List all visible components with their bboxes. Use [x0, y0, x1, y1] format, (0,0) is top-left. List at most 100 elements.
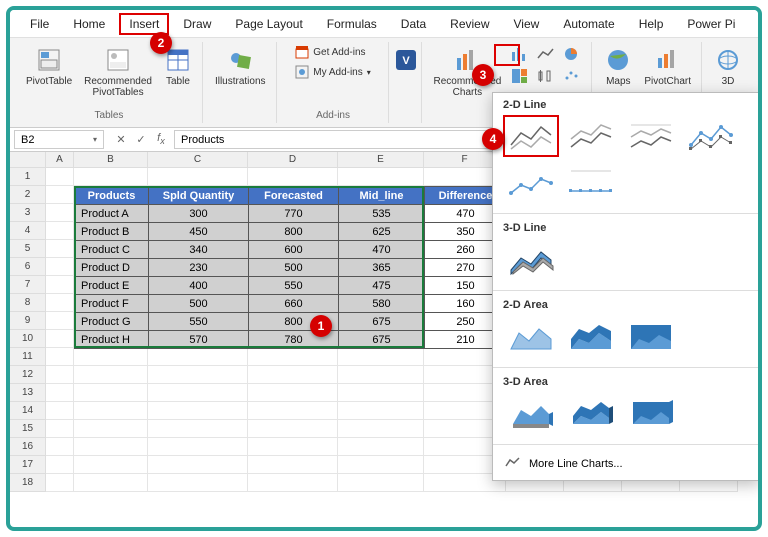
- table-cell[interactable]: 450: [149, 223, 249, 241]
- cell[interactable]: [338, 420, 424, 438]
- table-cell[interactable]: 300: [149, 205, 249, 223]
- menu-help[interactable]: Help: [629, 13, 674, 35]
- cell[interactable]: [248, 438, 338, 456]
- menu-review[interactable]: Review: [440, 13, 499, 35]
- select-all-corner[interactable]: [10, 152, 46, 168]
- row-header-16[interactable]: 16: [10, 438, 46, 456]
- row-header-10[interactable]: 10: [10, 330, 46, 348]
- line-chart-button[interactable]: [535, 44, 559, 64]
- table-cell[interactable]: 340: [149, 241, 249, 259]
- chart-type-3d-stacked-area[interactable]: [563, 392, 619, 434]
- menu-formulas[interactable]: Formulas: [317, 13, 387, 35]
- cell[interactable]: [148, 348, 248, 366]
- chart-type-3d-100stacked-area[interactable]: [623, 392, 679, 434]
- cell[interactable]: [46, 204, 74, 222]
- row-header-2[interactable]: 2: [10, 186, 46, 204]
- cell[interactable]: [148, 474, 248, 492]
- table-cell[interactable]: Product H: [75, 331, 149, 349]
- scatter-chart-button[interactable]: [561, 66, 585, 86]
- cell[interactable]: [148, 438, 248, 456]
- cell[interactable]: [248, 420, 338, 438]
- row-header-17[interactable]: 17: [10, 456, 46, 474]
- cell[interactable]: [248, 366, 338, 384]
- cell[interactable]: [46, 312, 74, 330]
- table-cell[interactable]: Product D: [75, 259, 149, 277]
- cell[interactable]: [248, 168, 338, 186]
- menu-draw[interactable]: Draw: [173, 13, 221, 35]
- table-cell[interactable]: 535: [339, 205, 425, 223]
- row-header-18[interactable]: 18: [10, 474, 46, 492]
- cell[interactable]: [248, 402, 338, 420]
- cell[interactable]: [46, 474, 74, 492]
- table-cell[interactable]: 500: [149, 295, 249, 313]
- cell[interactable]: [46, 438, 74, 456]
- cell[interactable]: [46, 456, 74, 474]
- table-cell[interactable]: 770: [249, 205, 339, 223]
- col-header-A[interactable]: A: [46, 152, 74, 168]
- menu-power-pivot[interactable]: Power Pi: [677, 13, 745, 35]
- cell[interactable]: [248, 348, 338, 366]
- table-cell[interactable]: Product C: [75, 241, 149, 259]
- row-header-9[interactable]: 9: [10, 312, 46, 330]
- cell[interactable]: [74, 420, 148, 438]
- get-addins-button[interactable]: Get Add-ins: [293, 44, 367, 60]
- menu-automate[interactable]: Automate: [553, 13, 624, 35]
- cancel-formula-button[interactable]: ✕: [112, 131, 130, 149]
- menu-view[interactable]: View: [504, 13, 550, 35]
- pie-chart-button[interactable]: [561, 44, 585, 64]
- menu-file[interactable]: File: [20, 13, 59, 35]
- table-cell[interactable]: 230: [149, 259, 249, 277]
- table-cell[interactable]: 625: [339, 223, 425, 241]
- cell[interactable]: [46, 420, 74, 438]
- chart-type-area[interactable]: [503, 315, 559, 357]
- table-cell[interactable]: 600: [249, 241, 339, 259]
- col-header-D[interactable]: D: [248, 152, 338, 168]
- visio-addin-button[interactable]: V: [388, 44, 424, 76]
- table-cell[interactable]: 500: [249, 259, 339, 277]
- row-header-6[interactable]: 6: [10, 258, 46, 276]
- recommended-pivottables-button[interactable]: Recommended PivotTables: [80, 44, 156, 100]
- table-header[interactable]: Products: [75, 187, 149, 205]
- table-header[interactable]: Forecasted: [249, 187, 339, 205]
- table-header[interactable]: Spld Quantity: [149, 187, 249, 205]
- table-cell[interactable]: Product B: [75, 223, 149, 241]
- cell[interactable]: [338, 168, 424, 186]
- cell[interactable]: [74, 402, 148, 420]
- cell[interactable]: [46, 168, 74, 186]
- cell[interactable]: [46, 384, 74, 402]
- table-cell[interactable]: 365: [339, 259, 425, 277]
- table-cell[interactable]: 675: [339, 331, 425, 349]
- chart-type-stacked-line-markers[interactable]: [503, 161, 559, 203]
- table-cell[interactable]: 475: [339, 277, 425, 295]
- cell[interactable]: [74, 348, 148, 366]
- table-cell[interactable]: 660: [249, 295, 339, 313]
- cell[interactable]: [74, 474, 148, 492]
- table-cell[interactable]: 550: [149, 313, 249, 331]
- chart-type-stacked-line[interactable]: [563, 115, 619, 157]
- cell[interactable]: [338, 474, 424, 492]
- cell[interactable]: [338, 438, 424, 456]
- cell[interactable]: [46, 186, 74, 204]
- cell[interactable]: [148, 366, 248, 384]
- chart-type-100stacked-area[interactable]: [623, 315, 679, 357]
- row-header-8[interactable]: 8: [10, 294, 46, 312]
- stats-chart-button[interactable]: [535, 66, 559, 86]
- accept-formula-button[interactable]: ✓: [132, 131, 150, 149]
- cell[interactable]: [46, 276, 74, 294]
- chart-type-stacked-area[interactable]: [563, 315, 619, 357]
- more-line-charts-button[interactable]: More Line Charts...: [493, 447, 759, 480]
- cell[interactable]: [338, 384, 424, 402]
- cell[interactable]: [148, 456, 248, 474]
- cell[interactable]: [74, 384, 148, 402]
- cell[interactable]: [46, 240, 74, 258]
- cell[interactable]: [46, 258, 74, 276]
- cell[interactable]: [248, 456, 338, 474]
- cell[interactable]: [338, 366, 424, 384]
- cell[interactable]: [46, 348, 74, 366]
- table-cell[interactable]: 800: [249, 223, 339, 241]
- cell[interactable]: [248, 384, 338, 402]
- chart-type-3d-line[interactable]: [503, 238, 559, 280]
- menu-page-layout[interactable]: Page Layout: [225, 13, 312, 35]
- row-header-12[interactable]: 12: [10, 366, 46, 384]
- cell[interactable]: [46, 402, 74, 420]
